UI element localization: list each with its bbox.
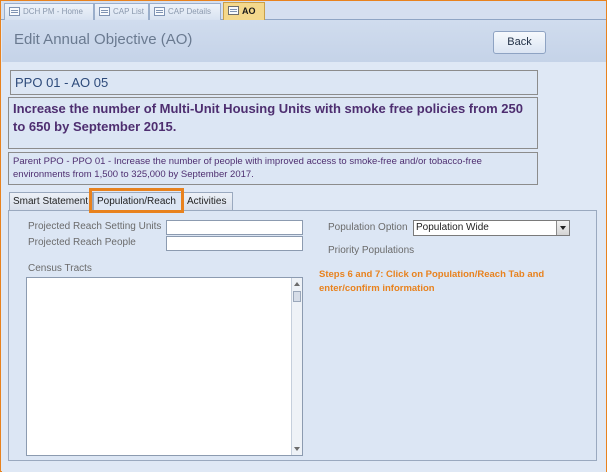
application-window: DCH PM - Home CAP List CAP Details AO Ed… — [0, 0, 607, 472]
parent-ppo-field: Parent PPO - PPO 01 - Increase the numbe… — [8, 152, 538, 185]
ao-description-text: Increase the number of Multi-Unit Housin… — [13, 101, 523, 134]
setting-units-input[interactable] — [166, 220, 303, 235]
population-option-select[interactable]: Population Wide — [413, 220, 570, 236]
tab-cap-details[interactable]: CAP Details — [149, 3, 221, 20]
parent-ppo-text: Parent PPO - PPO 01 - Increase the numbe… — [13, 156, 482, 180]
population-option-label: Population Option — [328, 222, 408, 233]
tab-cap-details-label: CAP Details — [168, 7, 211, 16]
setting-units-label: Projected Reach Setting Units — [28, 221, 162, 232]
tab-ao-label: AO — [242, 6, 256, 16]
tab-activities[interactable]: Activities — [183, 192, 233, 211]
ao-description-field: Increase the number of Multi-Unit Housin… — [8, 97, 538, 149]
back-button[interactable]: Back — [493, 31, 546, 54]
reach-people-input[interactable] — [166, 236, 303, 251]
tab-home-label: DCH PM - Home — [23, 7, 84, 16]
population-option-value: Population Wide — [416, 222, 489, 233]
scroll-down-arrow-icon[interactable] — [292, 444, 302, 455]
tab-cap-list[interactable]: CAP List — [94, 3, 149, 20]
scroll-thumb[interactable] — [293, 291, 301, 302]
priority-populations-label: Priority Populations — [328, 245, 415, 256]
census-tracts-list[interactable] — [26, 277, 303, 456]
form-icon — [228, 6, 239, 15]
chevron-down-icon[interactable] — [556, 221, 569, 235]
tab-ao[interactable]: AO — [223, 2, 265, 20]
scroll-up-arrow-icon[interactable] — [292, 278, 302, 289]
tab-cap-list-label: CAP List — [113, 7, 144, 16]
reach-people-label: Projected Reach People — [28, 237, 136, 248]
census-tracts-scrollbar[interactable] — [291, 278, 302, 455]
ao-code-field: PPO 01 - AO 05 — [10, 70, 538, 95]
form-icon — [154, 7, 165, 16]
form-icon — [99, 7, 110, 16]
form-icon — [9, 7, 20, 16]
page-title: Edit Annual Objective (AO) — [14, 31, 193, 48]
tab-smart-statement[interactable]: Smart Statement — [9, 192, 93, 211]
instruction-annotation: Steps 6 and 7: Click on Population/Reach… — [319, 269, 545, 294]
tab-population-reach[interactable]: Population/Reach — [93, 192, 182, 211]
form-footer — [2, 462, 606, 472]
census-tracts-label: Census Tracts — [28, 263, 92, 274]
tab-home[interactable]: DCH PM - Home — [4, 3, 94, 20]
document-tab-strip: DCH PM - Home CAP List CAP Details AO — [1, 1, 606, 20]
